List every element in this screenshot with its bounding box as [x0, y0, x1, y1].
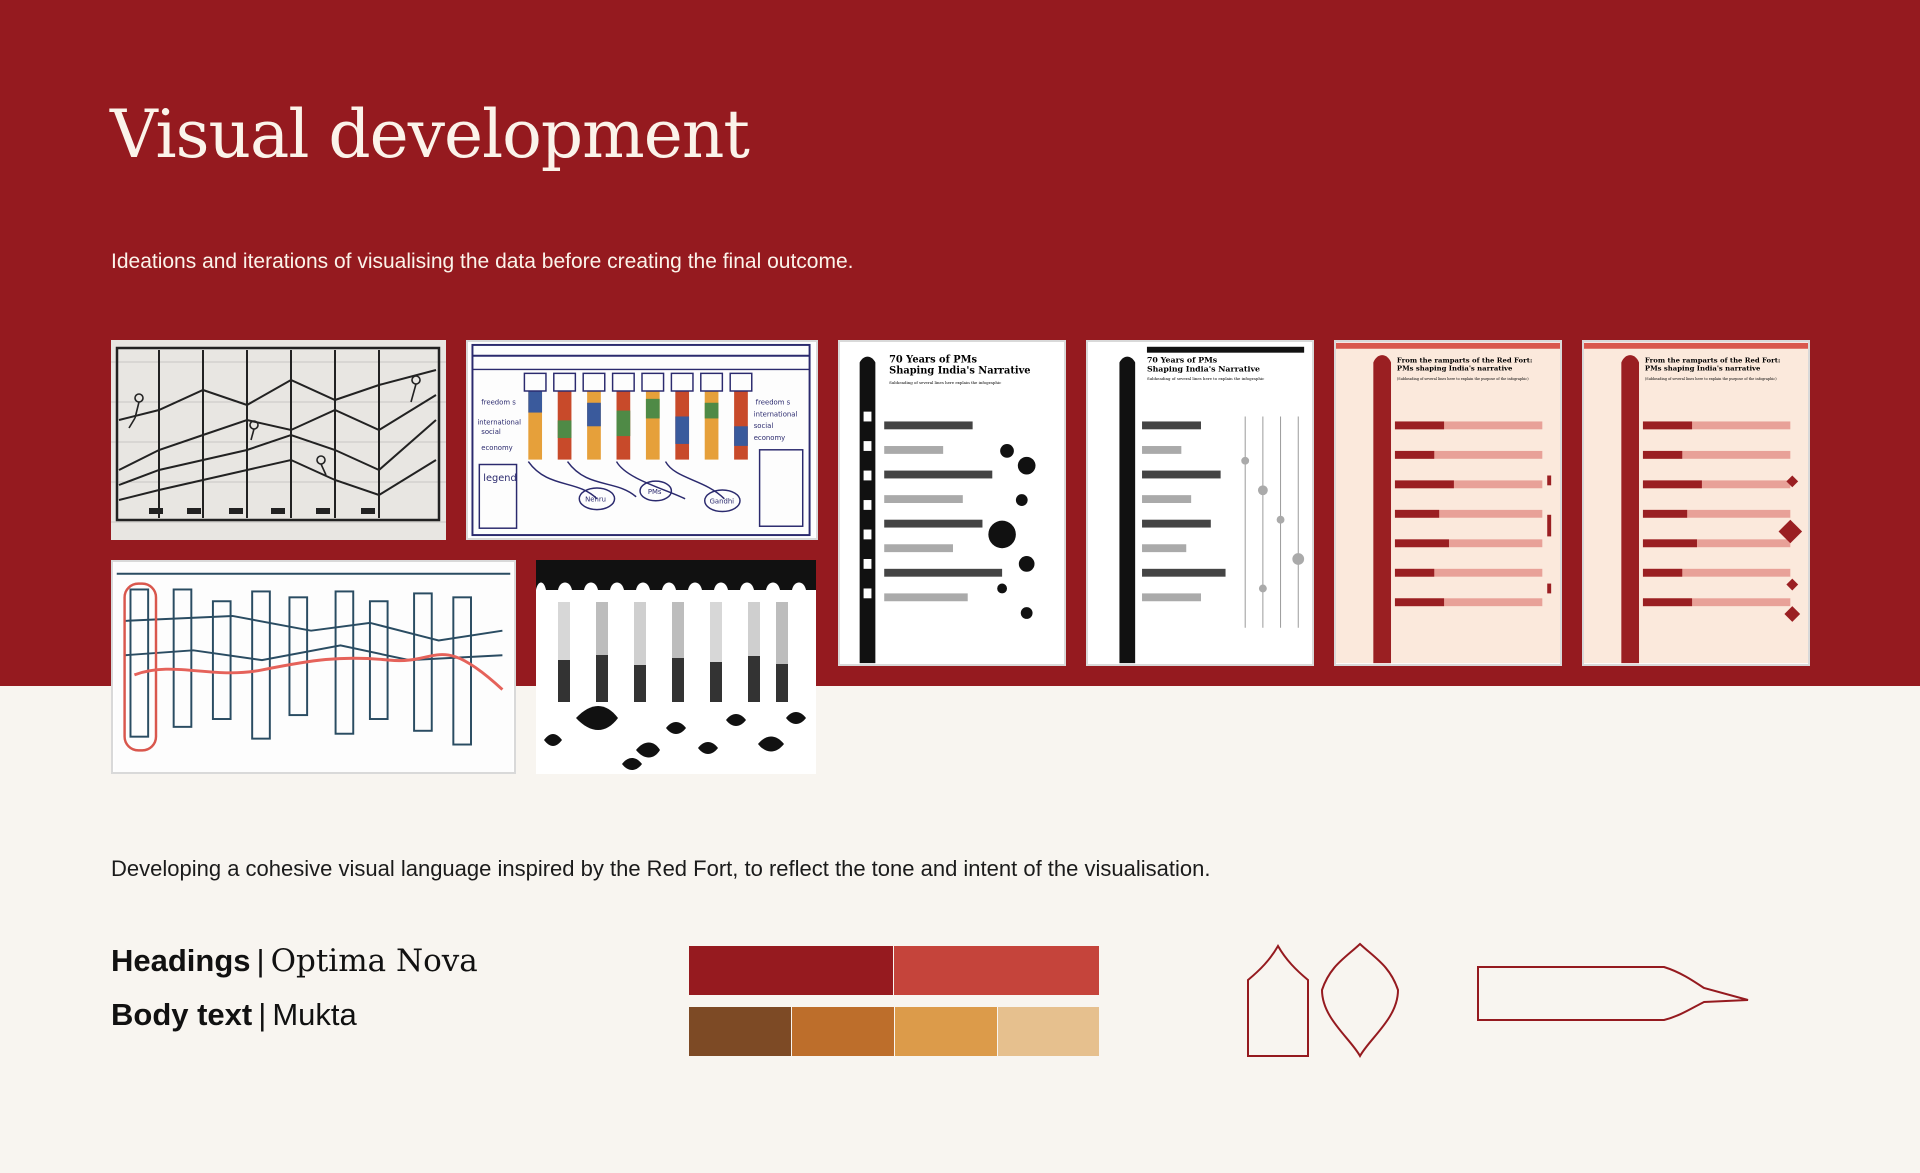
iteration-2-title-2: Shaping India's Narrative [1147, 364, 1260, 373]
body-font-name: Mukta [272, 997, 357, 1032]
iteration-1: 70 Years of PMs Shaping India's Narrativ… [838, 340, 1066, 666]
body-font-row: Body text | Mukta [111, 997, 357, 1033]
body-separator: | [258, 997, 267, 1032]
swatch-ochre [895, 1007, 997, 1056]
iteration-4: From the ramparts of the Red Fort: PMs s… [1582, 340, 1810, 666]
sketch-stacked-bars: freedom s international social economy f… [466, 340, 818, 540]
iteration-3-title-2: PMs shaping India's narrative [1397, 364, 1513, 372]
iteration-4-title-1: From the ramparts of the Red Fort: [1645, 357, 1781, 365]
legend-international-right: international [754, 410, 798, 418]
swatch-primary-red [894, 946, 1099, 995]
iteration-1-drawing: 70 Years of PMs Shaping India's Narrativ… [840, 342, 1064, 664]
sketch-line-climbers [111, 340, 446, 540]
swatch-brown [689, 1007, 791, 1056]
legend-international: international [477, 418, 521, 426]
page-title: Visual development [110, 96, 750, 173]
legend-social-right: social [754, 422, 774, 430]
sketch-pillars-line-drawing [114, 562, 513, 772]
pm-gandhi: Gandhi [710, 498, 735, 506]
page-subtitle: Ideations and iterations of visualising … [111, 250, 854, 273]
visual-language-statement: Developing a cohesive visual language in… [111, 856, 1211, 881]
iteration-3: From the ramparts of the Red Fort: PMs s… [1334, 340, 1562, 666]
headings-separator: | [256, 943, 265, 978]
iteration-1-subheading: Subheading of several lines here explain… [889, 380, 1002, 385]
iteration-4-title-2: PMs shaping India's narrative [1645, 364, 1761, 372]
iteration-1-title-1: 70 Years of PMs [889, 355, 977, 366]
headings-font-row: Headings | Optima Nova [111, 943, 478, 979]
sketch-line-climbers-drawing [111, 340, 446, 540]
legend-box-label: legend [483, 473, 516, 484]
pennant-flag-icon [1477, 966, 1749, 1021]
arch-window-icon [1247, 943, 1309, 1057]
pm-nehru: Nehru [585, 496, 606, 504]
iteration-4-drawing: From the ramparts of the Red Fort: PMs s… [1584, 342, 1808, 664]
iteration-2: 70 Years of PMs Shaping India's Narrativ… [1086, 340, 1314, 666]
sketch-arches-dots-drawing [536, 560, 816, 774]
iteration-3-title-1: From the ramparts of the Red Fort: [1397, 357, 1533, 365]
legend-freedom-right: freedom s [756, 399, 791, 407]
swatch-sand [998, 1007, 1099, 1056]
sketch-pillars-line [111, 560, 516, 774]
iteration-2-drawing: 70 Years of PMs Shaping India's Narrativ… [1088, 342, 1312, 664]
sketch-stacked-bars-drawing: freedom s international social economy f… [469, 342, 815, 538]
legend-economy: economy [481, 444, 512, 452]
lotus-dome-icon [1320, 942, 1400, 1059]
headings-font-name: Optima Nova [270, 943, 478, 979]
sketch-arches-dots [536, 560, 816, 774]
headings-label: Headings [111, 943, 251, 978]
legend-social: social [481, 428, 501, 436]
iteration-4-subheading: (Subheading of several lines here to exp… [1645, 377, 1777, 381]
legend-economy-right: economy [754, 434, 785, 442]
swatch-primary-dark-red [689, 946, 893, 995]
iteration-1-title-2: Shaping India's Narrative [889, 365, 1030, 376]
iteration-3-subheading: (Subheading of several lines here to exp… [1397, 377, 1529, 381]
iteration-2-subheading: Subheading of several lines here to expl… [1147, 376, 1265, 381]
legend-freedom: freedom s [481, 399, 516, 407]
iteration-2-title-1: 70 Years of PMs [1147, 356, 1218, 365]
swatch-orange-brown [792, 1007, 894, 1056]
pm-pms: PMs [648, 488, 662, 496]
iteration-3-drawing: From the ramparts of the Red Fort: PMs s… [1336, 342, 1560, 664]
body-label: Body text [111, 997, 253, 1032]
motif-shapes [1247, 942, 1749, 1059]
